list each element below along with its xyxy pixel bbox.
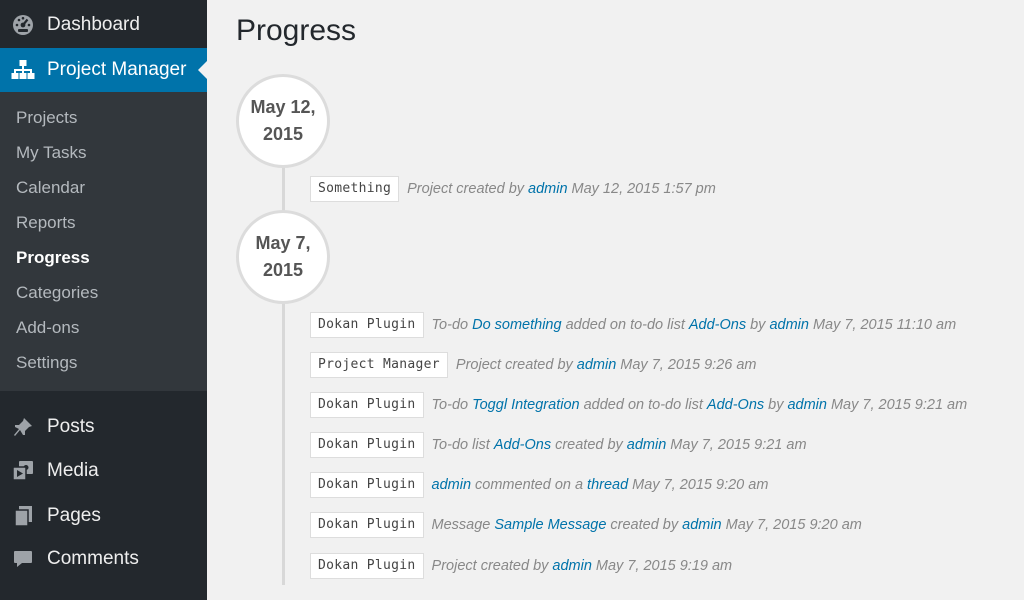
activity-link[interactable]: admin [577, 357, 617, 373]
menu-label: Media [47, 460, 99, 481]
pages-icon [11, 504, 35, 528]
menu-label: Pages [47, 505, 101, 526]
activity-text: To-do [431, 397, 469, 413]
activity-text: added on to-do list [565, 317, 685, 333]
menu-label: Project Manager [47, 59, 187, 80]
activity-text: Project created by [455, 357, 573, 373]
menu-pages[interactable]: Pages [0, 494, 207, 538]
activity-row: Dokan Plugin To-do list Add-Ons created by a… [310, 432, 811, 458]
activity-text: May 7, 2015 9:21 am [830, 397, 968, 413]
timeline-line [282, 120, 285, 585]
activity-text: May 7, 2015 9:21 am [670, 437, 807, 453]
menu-label: Posts [47, 416, 95, 437]
activity-text: To-do list [431, 437, 490, 453]
activity-text: May 7, 2015 11:10 am [812, 317, 957, 333]
menu-media[interactable]: Media [0, 449, 207, 493]
activity-text: To-do [431, 317, 469, 333]
activity-row: Project Manager Project created by admin Ma… [310, 352, 761, 378]
submenu-reports[interactable]: Reports [16, 213, 76, 233]
project-badge[interactable]: Dokan Plugin [310, 392, 424, 418]
activity-text: created by [555, 437, 623, 453]
activity-text: May 12, 2015 1:57 pm [571, 181, 716, 197]
menu-comments[interactable]: Comments [0, 537, 207, 581]
activity-link[interactable]: admin [432, 477, 472, 493]
submenu-categories[interactable]: Categories [16, 283, 98, 303]
project-badge[interactable]: Dokan Plugin [310, 432, 424, 458]
project-badge[interactable]: Dokan Plugin [310, 553, 424, 579]
activity-link[interactable]: admin [787, 397, 827, 413]
activity-row: Dokan Plugin Project created by admin May 7… [310, 553, 736, 579]
activity-text: May 7, 2015 9:20 am [725, 517, 862, 533]
date-line-2: 2015 [262, 260, 304, 280]
project-badge[interactable]: Something [310, 176, 400, 202]
activity-link[interactable]: Add-Ons [689, 317, 746, 333]
date-line-1: May 7, [255, 233, 311, 253]
activity-text: added on to-do list [583, 397, 703, 413]
pushpin-icon [11, 415, 35, 439]
menu-project-manager[interactable]: Project Manager [0, 48, 208, 92]
page-title: Progress [236, 14, 357, 47]
activity-link[interactable]: admin [627, 437, 667, 453]
activity-row: Dokan Plugin Message Sample Message created… [310, 512, 866, 538]
submenu-projects[interactable]: Projects [16, 108, 77, 128]
submenu-settings[interactable]: Settings [16, 353, 77, 373]
dashboard-gauge-icon [11, 13, 35, 37]
activity-link[interactable]: Sample Message [494, 517, 606, 533]
activity-row: Dokan Plugin To-do Do something added on to… [310, 312, 960, 338]
date-line-1: May 12, [250, 97, 316, 117]
project-badge[interactable]: Project Manager [310, 352, 448, 378]
activity-link[interactable]: thread [587, 477, 628, 493]
activity-text: commented on a [475, 477, 584, 493]
project-badge[interactable]: Dokan Plugin [310, 312, 424, 338]
menu-label: Dashboard [47, 14, 140, 35]
menu-label: Comments [47, 548, 139, 569]
media-icon [11, 459, 35, 483]
activity-text: May 7, 2015 9:26 am [620, 357, 757, 373]
project-badge[interactable]: Dokan Plugin [310, 512, 424, 538]
activity-link[interactable]: Add-Ons [707, 397, 764, 413]
menu-posts[interactable]: Posts [0, 405, 207, 449]
activity-text: by [768, 397, 784, 413]
activity-text: by [750, 317, 766, 333]
activity-text: Project created by [407, 181, 525, 197]
activity-text: Message [431, 517, 491, 533]
activity-link[interactable]: Add-Ons [494, 437, 551, 453]
date-circle: May 7, 2015 [236, 210, 330, 304]
submenu-calendar[interactable]: Calendar [16, 178, 85, 198]
activity-text: May 7, 2015 9:20 am [632, 477, 769, 493]
activity-text: May 7, 2015 9:19 am [595, 558, 733, 574]
activity-link[interactable]: admin [682, 517, 722, 533]
activity-link[interactable]: Do something [472, 317, 561, 333]
menu-dashboard[interactable]: Dashboard [0, 3, 207, 47]
admin-sidebar: Dashboard Project Manager Projects My Ta… [0, 0, 208, 600]
date-circle: May 12, 2015 [236, 74, 330, 168]
comment-bubble-icon [11, 547, 35, 571]
activity-link[interactable]: Toggl Integration [472, 397, 580, 413]
activity-text: created by [610, 517, 679, 533]
sitemap-icon [11, 58, 35, 82]
submenu-progress[interactable]: Progress [16, 248, 90, 268]
date-line-2: 2015 [262, 124, 304, 144]
project-badge[interactable]: Dokan Plugin [310, 472, 424, 498]
project-manager-submenu: Projects My Tasks Calendar Reports Progr… [0, 92, 207, 391]
submenu-add-ons[interactable]: Add-ons [16, 318, 79, 338]
activity-link[interactable]: admin [552, 558, 592, 574]
activity-row: Dokan Plugin admin commented on a thread May… [310, 472, 772, 498]
activity-link[interactable]: admin [769, 317, 809, 333]
activity-row: Dokan Plugin To-do Toggl Integration added … [310, 392, 971, 418]
submenu-my-tasks[interactable]: My Tasks [16, 143, 87, 163]
activity-text: Project created by [431, 558, 549, 574]
activity-link[interactable]: admin [528, 181, 568, 197]
activity-row: Something Project created by admin May 12, … [310, 176, 720, 202]
current-menu-arrow [198, 60, 208, 80]
